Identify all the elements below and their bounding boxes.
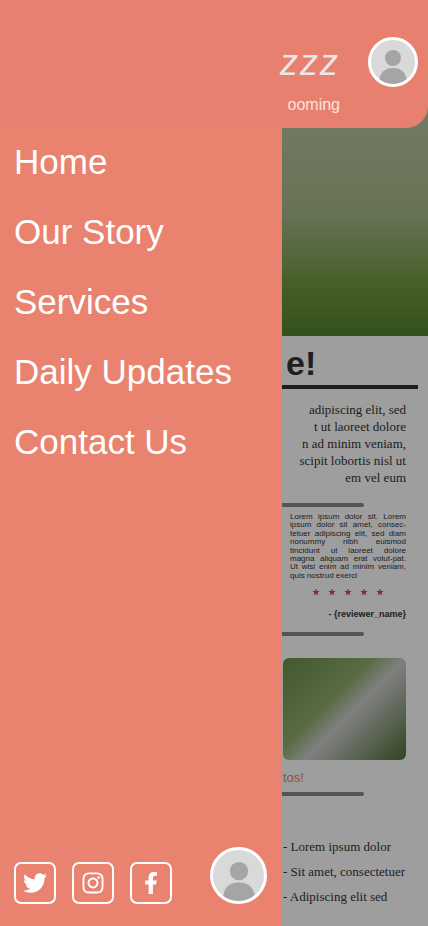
instagram-link[interactable] bbox=[72, 862, 114, 904]
menu-item[interactable]: Our Story bbox=[14, 211, 282, 252]
facebook-link[interactable] bbox=[130, 862, 172, 904]
header: zzz ooming bbox=[0, 0, 428, 128]
menu-item[interactable]: Home bbox=[14, 141, 282, 182]
menu-item[interactable]: Services bbox=[14, 281, 282, 322]
person-icon bbox=[216, 855, 262, 901]
drawer-footer bbox=[12, 847, 282, 904]
twitter-link[interactable] bbox=[14, 862, 56, 904]
side-drawer: Home Our Story Services Daily Updates Contac… bbox=[0, 0, 282, 926]
twitter-icon bbox=[23, 871, 47, 895]
menu-item[interactable]: Daily Updates bbox=[14, 351, 282, 392]
profile-avatar[interactable] bbox=[368, 37, 418, 87]
menu-item[interactable]: Contact Us bbox=[14, 421, 282, 462]
logo: zzz ooming bbox=[280, 37, 340, 115]
drawer-avatar[interactable] bbox=[210, 847, 267, 904]
logo-subtitle: ooming bbox=[288, 95, 340, 115]
screen: zzzoominge!adipiscing elit, sedt ut laor… bbox=[0, 0, 428, 926]
logo-text: zzz bbox=[280, 43, 340, 83]
drawer-menu: Home Our Story Services Daily Updates Contac… bbox=[14, 141, 282, 462]
person-icon bbox=[373, 44, 413, 84]
social-links bbox=[14, 862, 172, 904]
facebook-icon bbox=[140, 872, 162, 894]
instagram-icon bbox=[81, 871, 105, 895]
